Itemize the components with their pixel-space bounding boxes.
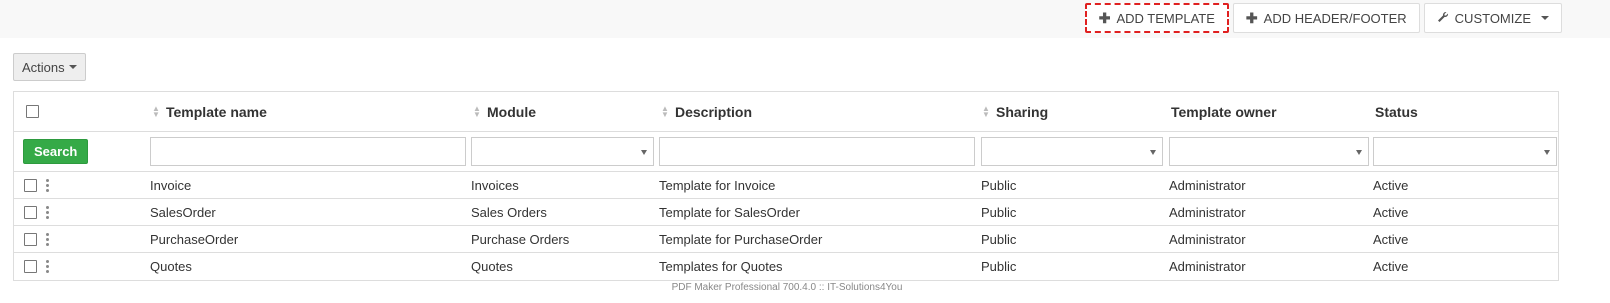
sharing-cell: Public	[981, 259, 1017, 274]
row-checkbox[interactable]	[24, 178, 37, 192]
module-cell: Sales Orders	[471, 204, 547, 220]
select-all-checkbox[interactable]	[26, 105, 39, 118]
select-all-cell	[26, 92, 39, 131]
description-cell: Templates for Quotes	[659, 259, 783, 274]
template-name-cell[interactable]: PurchaseOrder	[150, 226, 238, 252]
row-checkbox[interactable]	[24, 260, 37, 273]
add-header-footer-label: ADD HEADER/FOOTER	[1263, 10, 1407, 26]
row-select-cell	[24, 172, 49, 198]
filter-cell	[471, 132, 654, 171]
more-options-icon[interactable]	[46, 205, 49, 219]
toolbar-buttons: ✚ ADD TEMPLATE ✚ ADD HEADER/FOOTER CUSTO…	[1084, 3, 1562, 33]
owner-cell: Administrator	[1169, 204, 1246, 220]
description-cell: Template for SalesOrder	[659, 204, 800, 220]
template-name-cell[interactable]: SalesOrder	[150, 199, 216, 225]
more-options-icon[interactable]	[46, 232, 49, 246]
owner-cell: Administrator	[1169, 177, 1246, 193]
filter-cell	[981, 132, 1163, 171]
table-header-row: ▲ ▼ Template name ▲ ▼ Module ▲ ▼ Descriptio…	[14, 92, 1558, 132]
filter-cell	[659, 132, 975, 171]
actions-label: Actions	[22, 59, 65, 75]
description-cell: Template for PurchaseOrder	[659, 231, 823, 247]
status-cell: Active	[1373, 177, 1409, 193]
sharing-cell: Public	[981, 231, 1017, 247]
footer-version-text: PDF Maker Professional 700.4.0 :: IT-Sol…	[671, 282, 903, 293]
sort-icon: ▲ ▼	[982, 103, 990, 119]
owner-cell: Administrator	[1169, 259, 1246, 274]
search-cell: Search	[23, 132, 89, 171]
templates-table: ▲ ▼ Template name ▲ ▼ Module ▲ ▼ Descriptio…	[13, 91, 1559, 281]
column-header-template-owner: Template owner	[1171, 92, 1277, 131]
table-row[interactable]: Invoice Invoices Template for Invoice Pu…	[14, 172, 1558, 199]
row-checkbox[interactable]	[24, 232, 37, 246]
customize-button[interactable]: CUSTOMIZE	[1423, 3, 1562, 33]
filter-cell	[1169, 132, 1369, 171]
status-cell: Active	[1373, 204, 1409, 220]
template-name-filter-input[interactable]	[150, 137, 466, 166]
top-toolbar: ✚ ADD TEMPLATE ✚ ADD HEADER/FOOTER CUSTO…	[0, 0, 1610, 38]
column-header-label: Sharing	[996, 103, 1049, 120]
owner-cell: Administrator	[1169, 231, 1246, 247]
search-button[interactable]: Search	[23, 139, 89, 164]
description-cell: Template for Invoice	[659, 177, 776, 193]
sharing-filter-select[interactable]	[981, 137, 1163, 166]
module-filter-select[interactable]	[471, 137, 654, 166]
filter-cell	[150, 132, 466, 171]
status-filter-select[interactable]	[1373, 137, 1557, 166]
customize-label: CUSTOMIZE	[1454, 10, 1531, 26]
sharing-cell: Public	[981, 177, 1017, 193]
plus-icon: ✚	[1098, 9, 1111, 26]
owner-filter-select[interactable]	[1169, 137, 1369, 166]
row-select-cell	[24, 253, 49, 280]
column-header-label: Status	[1375, 103, 1418, 120]
row-select-cell	[24, 226, 49, 252]
sharing-cell: Public	[981, 204, 1017, 220]
status-cell: Active	[1373, 259, 1409, 274]
column-header-description[interactable]: ▲ ▼ Description	[661, 92, 752, 131]
column-header-label: Template name	[166, 103, 267, 120]
chevron-down-icon	[1541, 16, 1549, 20]
column-header-label: Template owner	[1171, 103, 1277, 120]
column-header-template-name[interactable]: ▲ ▼ Template name	[152, 92, 267, 131]
more-options-icon[interactable]	[46, 178, 49, 192]
table-row[interactable]: PurchaseOrder Purchase Orders Template f…	[14, 226, 1558, 253]
column-header-label: Description	[675, 103, 753, 120]
more-options-icon[interactable]	[46, 260, 49, 273]
template-name-cell[interactable]: Invoice	[150, 172, 191, 198]
module-cell: Purchase Orders	[471, 231, 570, 247]
template-name-cell[interactable]: Quotes	[150, 253, 192, 280]
status-cell: Active	[1373, 231, 1409, 247]
chevron-down-icon	[68, 65, 77, 69]
table-row[interactable]: Quotes Quotes Templates for Quotes Publi…	[14, 253, 1558, 280]
sort-icon: ▲ ▼	[473, 103, 481, 119]
plus-icon: ✚	[1245, 9, 1258, 26]
column-header-module[interactable]: ▲ ▼ Module	[473, 92, 536, 131]
add-header-footer-button[interactable]: ✚ ADD HEADER/FOOTER	[1232, 3, 1420, 33]
column-header-status: Status	[1375, 92, 1418, 131]
module-cell: Invoices	[471, 177, 519, 193]
column-header-label: Module	[487, 103, 536, 120]
description-filter-input[interactable]	[659, 137, 975, 166]
add-template-label: ADD TEMPLATE	[1116, 10, 1215, 26]
module-cell: Quotes	[471, 259, 513, 274]
filter-cell	[1373, 132, 1557, 171]
sort-icon: ▲ ▼	[661, 103, 669, 119]
table-row[interactable]: SalesOrder Sales Orders Template for Sal…	[14, 199, 1558, 226]
sort-icon: ▲ ▼	[152, 103, 160, 119]
add-template-button[interactable]: ✚ ADD TEMPLATE	[1084, 3, 1229, 33]
filter-row: Search	[14, 132, 1558, 172]
column-header-sharing[interactable]: ▲ ▼ Sharing	[982, 92, 1048, 131]
actions-dropdown-button[interactable]: Actions	[13, 53, 86, 81]
wrench-icon	[1437, 10, 1449, 26]
row-checkbox[interactable]	[24, 205, 37, 219]
row-select-cell	[24, 199, 49, 225]
